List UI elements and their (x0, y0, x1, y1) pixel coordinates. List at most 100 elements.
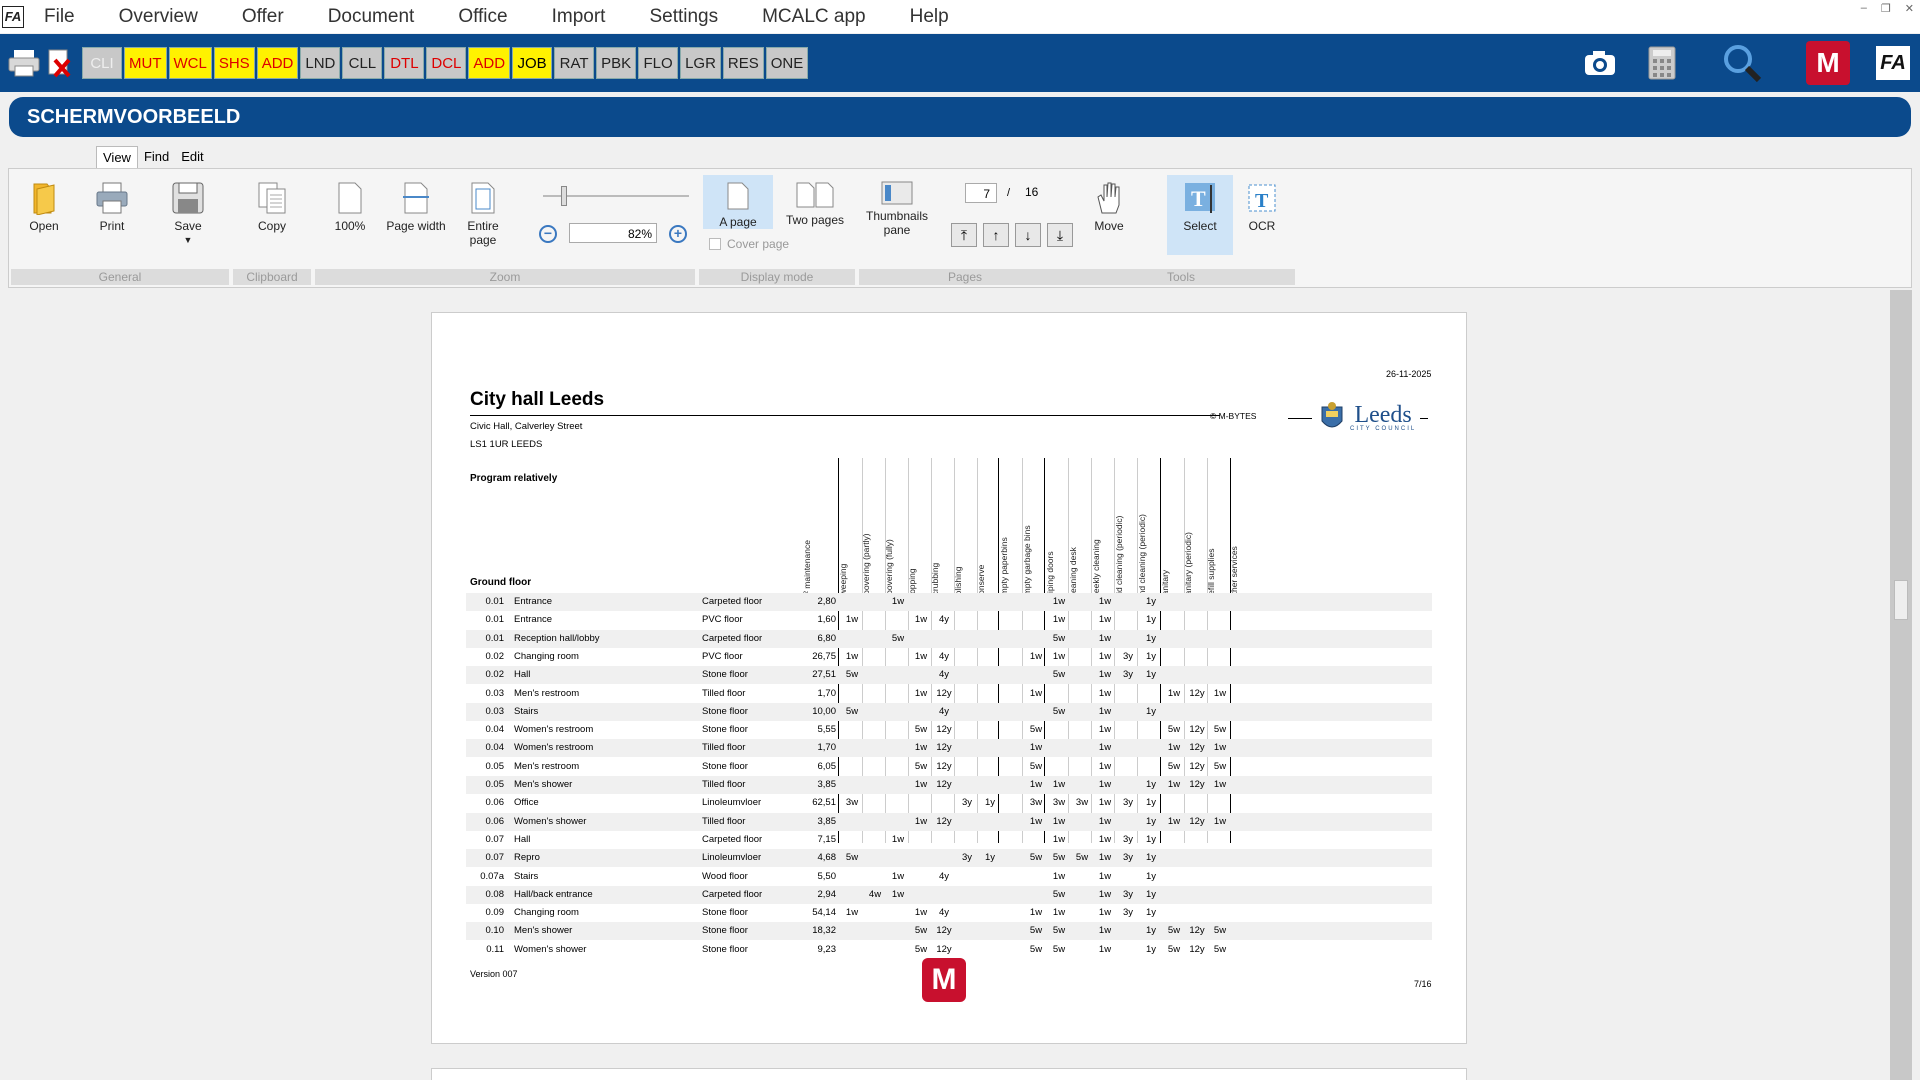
table-row[interactable]: 0.08 Hall/back entrance Carpeted floor 2,94… (466, 885, 1432, 904)
page-number-field[interactable]: 7 (965, 183, 997, 203)
menu-overview[interactable]: Overview (97, 6, 220, 28)
move-button[interactable]: Move (1079, 181, 1139, 233)
council-wordmark: CITY COUNCIL (1350, 426, 1417, 432)
table-row[interactable]: 0.04 Women's restroom Stone floor 5,55 5w 12y… (466, 721, 1432, 739)
table-row[interactable]: 0.09 Changing room Stone floor 54,14 1w 1w 4y 1… (466, 904, 1432, 922)
room-number-cell: 0.04 (485, 742, 505, 754)
table-row[interactable]: 0.11 Women's shower Stone floor 9,23 5w 12y 5w… (466, 941, 1432, 959)
frequency-cell: 1w (891, 596, 905, 607)
tab-dcl[interactable]: DCL (426, 47, 467, 79)
tab-lnd[interactable]: LND (300, 47, 341, 79)
table-row[interactable]: 0.03 Men's restroom Tilled floor 1,70 1w 12y 1… (466, 685, 1432, 703)
copy-button[interactable]: Copy (247, 181, 297, 233)
table-row[interactable]: 0.04 Women's restroom Tilled floor 1,70 1w 12… (466, 739, 1432, 758)
tab-lgr[interactable]: LGR (680, 47, 721, 79)
table-row[interactable]: 0.06 Women's shower Tilled floor 3,85 1w 12y 1… (466, 812, 1432, 831)
tab-res[interactable]: RES (722, 47, 764, 79)
prev-page-button[interactable]: ↑ (983, 223, 1009, 247)
zoom-100-button[interactable]: 100% (325, 181, 375, 233)
frequency-cell: 1w (1098, 833, 1112, 845)
checkbox-box[interactable] (709, 238, 721, 250)
open-button[interactable]: Open (19, 181, 69, 233)
first-page-button[interactable]: ⤒ (951, 223, 977, 247)
table-row[interactable]: 0.01 Reception hall/lobby Carpeted floor 6,… (466, 629, 1432, 648)
tab-wcl[interactable]: WCL (168, 47, 212, 79)
tab-flo[interactable]: FLO (638, 47, 679, 79)
ribbon-tab-find[interactable]: Find (138, 146, 175, 168)
tab-pbk[interactable]: PBK (596, 47, 637, 79)
frequency-cell: 5w (1213, 943, 1227, 955)
tab-job[interactable]: JOB (512, 47, 553, 79)
zoom-slider[interactable] (543, 186, 689, 206)
table-row[interactable]: 0.05 Men's shower Tilled floor 3,85 1w 12y 1w 1… (466, 776, 1432, 794)
scrollbar-thumb[interactable] (1894, 580, 1908, 620)
m-logo-icon[interactable]: M (1806, 41, 1850, 85)
zoom-in-icon[interactable]: + (669, 225, 687, 243)
menu-help[interactable]: Help (888, 6, 971, 28)
menu-office[interactable]: Office (436, 6, 529, 28)
tab-mut[interactable]: MUT (124, 47, 167, 79)
table-row[interactable]: 0.10 Men's shower Stone floor 18,32 5w 12y 5w 5… (466, 922, 1432, 941)
table-row[interactable]: 0.03 Stairs Stone floor 10,00 5w 4y 5w 1w 1y (466, 702, 1432, 721)
tab-one[interactable]: ONE (765, 47, 809, 79)
logo-rule-right (1420, 417, 1429, 419)
table-row[interactable]: 0.06 Office Linoleumvloer 62,51 3w 3y 1y 3w 3w 3w… (466, 794, 1432, 812)
menu-offer[interactable]: Offer (220, 6, 306, 28)
zoom-value-field[interactable]: 82% (569, 223, 657, 243)
chevron-down-icon[interactable]: ▼ (151, 235, 225, 245)
tab-add-2[interactable]: ADD (468, 47, 511, 79)
page-width-button[interactable]: Page width (381, 181, 451, 233)
tab-rat[interactable]: RAT (554, 47, 595, 79)
room-name-cell: Women's shower (514, 815, 587, 827)
ribbon-tab-view[interactable]: View (96, 146, 138, 168)
ribbon-tab-edit[interactable]: Edit (175, 146, 209, 168)
table-row[interactable]: 0.07 Hall Carpeted floor 7,15 1w 1w 1w 3y 1y (466, 831, 1432, 849)
a-page-button[interactable]: A page (703, 175, 773, 229)
save-label: Save (174, 219, 202, 233)
frequency-cell: 1w (1098, 596, 1112, 607)
printer-icon[interactable] (4, 43, 44, 83)
vertical-scrollbar[interactable] (1890, 290, 1912, 1080)
fa-logo-icon[interactable]: FA (1876, 46, 1910, 80)
frequency-cell: 12y (1189, 779, 1205, 790)
save-button[interactable]: Save ▼ (151, 181, 225, 245)
minimize-icon[interactable]: – (1861, 2, 1867, 15)
tab-shs[interactable]: SHS (213, 47, 255, 79)
menu-import[interactable]: Import (530, 6, 628, 28)
table-row[interactable]: 0.02 Changing room PVC floor 26,75 1w 1w 4y 1w 1… (466, 648, 1432, 666)
entire-page-button[interactable]: Entire page (455, 181, 511, 247)
tab-dtl[interactable]: DTL (384, 47, 425, 79)
tab-cll[interactable]: CLL (342, 47, 383, 79)
area-cell: 3,85 (817, 815, 837, 827)
tab-cli[interactable]: CLI (82, 47, 122, 79)
table-row[interactable]: 0.02 Hall Stone floor 27,51 5w 4y 5w 1w 3y 1y (466, 666, 1432, 685)
calculator-icon[interactable] (1642, 43, 1682, 83)
print-button[interactable]: Print (87, 181, 137, 233)
frequency-cell: 4y (938, 669, 950, 681)
cover-page-checkbox[interactable]: Cover page (709, 237, 789, 251)
select-button[interactable]: T Select (1167, 175, 1233, 255)
menu-mcalc-app[interactable]: MCALC app (740, 6, 888, 28)
thumbnails-pane-button[interactable]: Thumbnails pane (859, 181, 935, 237)
zoom-slider-thumb[interactable] (561, 186, 567, 206)
table-row[interactable]: 0.07 Repro Linoleumvloer 4,68 5w 3y 1y 5w 5w 5w 1w… (466, 849, 1432, 868)
table-row[interactable]: 0.05 Men's restroom Stone floor 6,05 5w 12y 5w… (466, 758, 1432, 776)
menu-file[interactable]: File (24, 6, 97, 28)
zoom-out-icon[interactable]: − (539, 225, 557, 243)
close-document-icon[interactable] (44, 43, 76, 83)
search-icon[interactable] (1722, 43, 1762, 83)
table-row[interactable]: 0.07a Stairs Wood floor 5,50 1w 4y 1w 1w 1y (466, 868, 1432, 886)
two-pages-button[interactable]: Two pages (779, 181, 851, 227)
table-row[interactable]: 0.01 Entrance Carpeted floor 2,80 1w 1w 1w 1y (466, 593, 1432, 611)
ocr-button[interactable]: T OCR (1237, 181, 1287, 233)
table-row[interactable]: 0.01 Entrance PVC floor 1,60 1w 1w 4y 1w 1w 1y (466, 611, 1432, 629)
camera-icon[interactable] (1580, 43, 1620, 83)
frequency-cell: 1w (1052, 870, 1066, 882)
next-page-button[interactable]: ↓ (1015, 223, 1041, 247)
tab-add[interactable]: ADD (256, 47, 299, 79)
menu-settings[interactable]: Settings (627, 6, 740, 28)
room-number-cell: 0.05 (485, 779, 505, 790)
close-icon[interactable]: ✕ (1905, 2, 1914, 15)
menu-document[interactable]: Document (306, 6, 437, 28)
restore-icon[interactable]: ❐ (1881, 2, 1891, 15)
